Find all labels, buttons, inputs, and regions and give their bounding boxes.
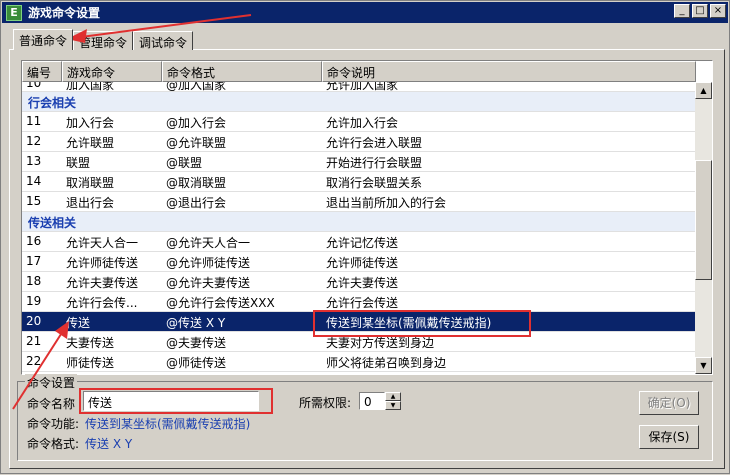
arrow-to-row-icon: [12, 321, 69, 410]
arrow-to-tab-icon: [67, 14, 252, 43]
settings-window: E 游戏命令设置 _ □ × 普通命令 管理命令 调试命令 编号 游戏命令 命令…: [0, 0, 730, 474]
tab-normal-commands[interactable]: 普通命令: [13, 29, 74, 50]
annotation-arrows: [12, 14, 252, 410]
